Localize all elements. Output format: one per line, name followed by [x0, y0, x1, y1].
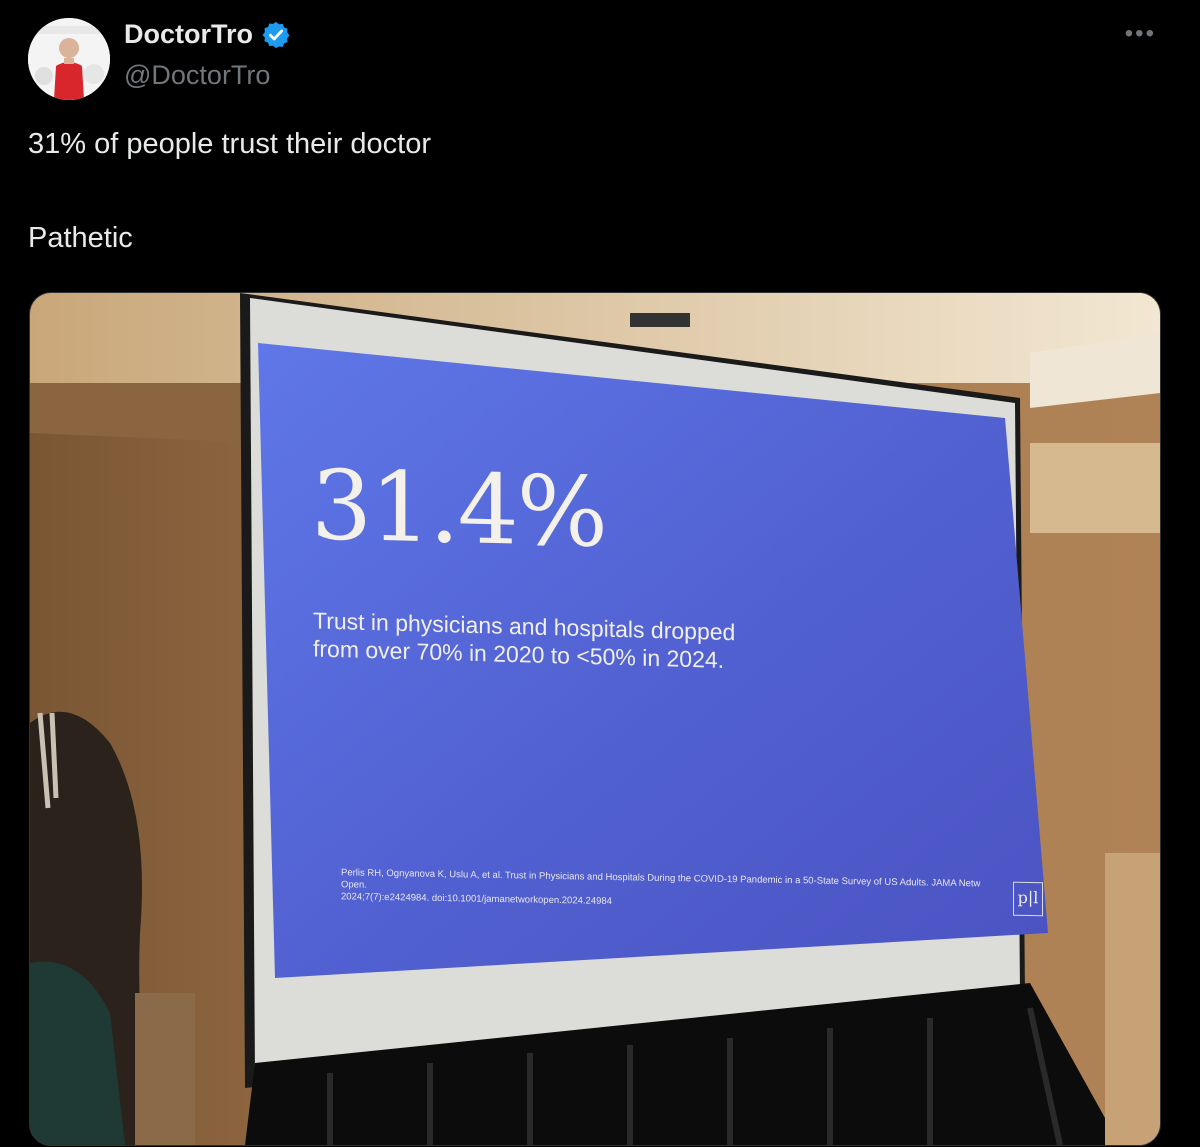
author-display-name[interactable]: DoctorTro	[124, 19, 253, 50]
photo-scene	[30, 293, 1160, 1145]
tweet-text-line-2: Pathetic	[28, 222, 133, 254]
more-options-icon[interactable]: •••	[1125, 20, 1156, 48]
avatar[interactable]	[28, 18, 110, 100]
tweet-text-line-1: 31% of people trust their doctor	[28, 128, 432, 160]
slide-big-number: 31.4%	[311, 449, 606, 569]
avatar-image	[28, 18, 110, 100]
author-handle[interactable]: @DoctorTro	[124, 60, 270, 91]
tweet-photo[interactable]: 31.4% Trust in physicians and hospitals …	[29, 292, 1161, 1146]
author-display-name-row[interactable]: DoctorTro	[124, 19, 291, 50]
verified-badge-icon	[261, 20, 291, 50]
slide-logo: p|l	[1013, 881, 1043, 917]
